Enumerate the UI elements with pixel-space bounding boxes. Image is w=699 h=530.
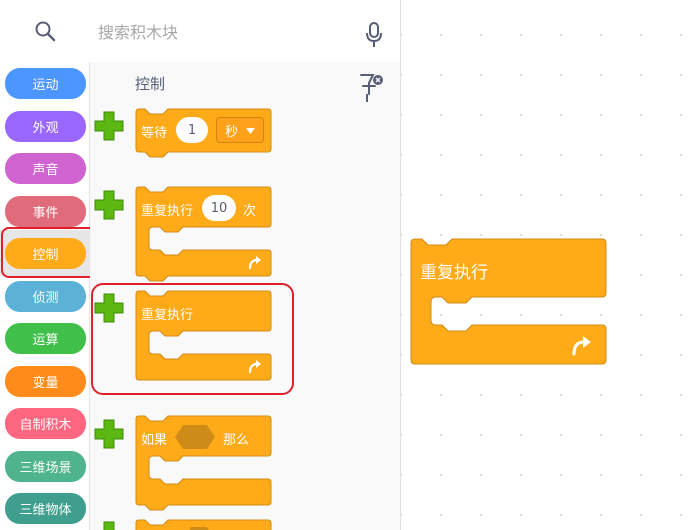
if-then-block[interactable]: 如果 那么 [135,415,272,511]
canvas-forever-label: 重复执行 [420,263,488,283]
search-button[interactable] [0,0,90,62]
loop-arrow-icon [248,360,261,374]
block-palette: 控制 等待 1 秒 [90,0,401,530]
wait-unit-label: 秒 [225,124,239,140]
next-control-block-shape [135,519,272,530]
category-looks[interactable]: 外观 [5,110,86,142]
add-block-plus-icon[interactable] [93,110,125,142]
wait-seconds-input[interactable]: 1 [176,117,208,143]
then-label: 那么 [223,433,250,448]
repeat-count-input[interactable]: 10 [202,195,236,221]
pin-icon[interactable] [358,72,384,106]
repeat-label: 重复执行 [141,204,194,219]
category-3d-object[interactable]: 三维物体 [5,493,86,524]
search-bar [90,0,400,62]
microphone-icon[interactable] [366,22,382,48]
category-control[interactable]: 控制 [5,238,86,269]
if-label: 如果 [141,433,168,448]
wait-block[interactable]: 等待 1 秒 [135,108,272,158]
wait-label: 等待 [141,126,168,141]
next-control-block[interactable] [135,519,272,530]
category-motion[interactable]: 运动 [5,68,86,99]
section-title: 控制 [135,75,166,93]
category-sensing[interactable]: 侦测 [5,280,86,312]
code-canvas[interactable]: 重复执行 [401,0,699,530]
wait-unit-dropdown[interactable]: 秒 [216,117,264,143]
chevron-down-icon [246,128,255,134]
canvas-forever-block[interactable]: 重复执行 [410,238,607,378]
category-my-blocks[interactable]: 自制积木 [5,408,86,439]
add-block-plus-icon[interactable] [93,189,125,221]
add-block-plus-icon[interactable] [93,292,125,324]
search-input[interactable] [98,16,348,48]
repeat-times-block[interactable]: 重复执行 10 次 [135,186,272,282]
category-events[interactable]: 事件 [5,195,86,227]
add-block-plus-icon[interactable] [93,418,125,450]
forever-block[interactable]: 重复执行 [135,290,272,386]
editor-window: 运动外观声音事件控制侦测运算变量自制积木三维场景三维物体 控制 [0,0,699,530]
search-icon [35,21,56,42]
category-operators[interactable]: 运算 [5,323,86,354]
category-3d-scene[interactable]: 三维场景 [5,450,86,482]
add-block-plus-icon[interactable] [93,520,125,530]
repeat-suffix: 次 [243,204,257,219]
loop-arrow-icon [572,336,591,356]
category-variables[interactable]: 变量 [5,365,86,397]
category-menu: 运动外观声音事件控制侦测运算变量自制积木三维场景三维物体 [0,0,98,530]
forever-label: 重复执行 [141,308,194,323]
category-sound[interactable]: 声音 [5,153,86,184]
loop-arrow-icon [248,256,261,270]
